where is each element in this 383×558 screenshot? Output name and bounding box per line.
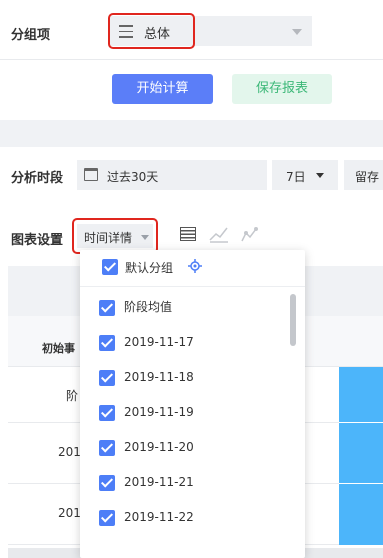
list-item[interactable]: 阶段均值 [80, 290, 305, 325]
dropdown-list: 阶段均值 2019-11-17 2019-11-18 2019-11-19 20… [80, 290, 305, 558]
table-icon[interactable] [180, 227, 196, 241]
checkbox[interactable] [99, 405, 115, 421]
checkbox[interactable] [99, 370, 115, 386]
table-cell: 201 [58, 445, 81, 459]
list-item[interactable]: 2019-11-19 [80, 395, 305, 430]
group-select-highlight: 总体 [108, 13, 195, 49]
default-group-checkbox[interactable] [102, 259, 118, 275]
checkbox[interactable] [99, 300, 115, 316]
date-range-picker[interactable]: 过去30天 [77, 160, 267, 190]
list-item-label: 2019-11-20 [124, 440, 194, 454]
table-cell: 201 [58, 506, 81, 520]
list-item[interactable]: 2019-11-18 [80, 360, 305, 395]
granularity-select[interactable]: 7日 [272, 160, 338, 190]
list-icon [119, 24, 133, 38]
heat-cell-divider [339, 422, 383, 423]
section-gap [0, 120, 383, 147]
list-item-label: 阶段均值 [124, 300, 173, 314]
checkbox[interactable] [99, 510, 115, 526]
list-item[interactable]: 2019-11-22 [80, 500, 305, 535]
chevron-down-icon [292, 29, 302, 35]
group-label: 分组项 [11, 28, 51, 43]
checkbox[interactable] [99, 475, 115, 491]
list-item-label: 2019-11-19 [124, 405, 194, 419]
scatter-chart-icon[interactable] [240, 225, 260, 243]
start-calc-button[interactable]: 开始计算 [112, 74, 213, 104]
chevron-down-icon [316, 173, 324, 178]
default-group-label: 默认分组 [125, 261, 174, 275]
heat-cell-column [339, 367, 383, 545]
list-item-label: 2019-11-18 [124, 370, 194, 384]
period-label: 分析时段 [11, 171, 64, 186]
checkbox[interactable] [99, 440, 115, 456]
chevron-down-icon [141, 235, 149, 240]
list-item-label: 2019-11-22 [124, 510, 194, 524]
list-item[interactable]: 2019-11-17 [80, 325, 305, 360]
table-cell: 阶 [66, 389, 79, 403]
chart-view-value: 时间详情 [84, 231, 133, 245]
gear-icon[interactable] [188, 259, 202, 273]
list-item[interactable]: 2019-11-20 [80, 430, 305, 465]
calendar-icon [84, 168, 98, 181]
chart-settings-label: 图表设置 [11, 233, 64, 248]
dropdown-divider [80, 286, 305, 287]
divider [0, 59, 383, 60]
checkbox[interactable] [99, 335, 115, 351]
heat-cell-divider [339, 483, 383, 484]
list-item-label: 2019-11-17 [124, 335, 194, 349]
group-select-value: 总体 [144, 27, 171, 42]
list-item[interactable]: 2019-11-21 [80, 465, 305, 500]
retention-select[interactable]: 留存 [344, 160, 383, 190]
retention-value: 留存 [355, 170, 380, 184]
default-group-option[interactable]: 默认分组 [80, 250, 305, 284]
chart-view-dropdown: 默认分组 阶段均值 2019-11-17 2019-11-18 2019-11-… [80, 250, 305, 558]
table-col-header: 初始事 [42, 342, 75, 355]
line-chart-icon[interactable] [209, 225, 229, 243]
granularity-value: 7日 [286, 170, 306, 184]
chart-view-select[interactable]: 时间详情 [72, 218, 158, 254]
dropdown-scrollbar[interactable] [290, 294, 296, 346]
date-range-value: 过去30天 [107, 170, 159, 184]
save-report-button[interactable]: 保存报表 [232, 74, 332, 104]
list-item-label: 2019-11-21 [124, 475, 194, 489]
